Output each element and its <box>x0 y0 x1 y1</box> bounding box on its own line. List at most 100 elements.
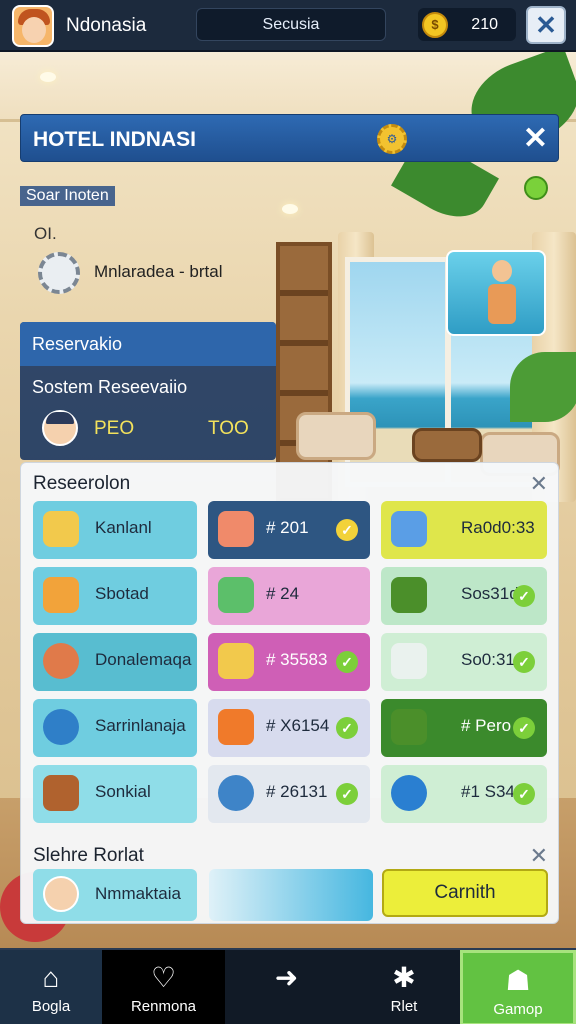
confirm-button-label: Carnith <box>434 882 496 903</box>
sun-icon <box>218 709 254 745</box>
arrow-icon: ➜ <box>274 962 299 993</box>
nav-item-1[interactable]: ♡ Renmona <box>102 950 225 1024</box>
reservation-tile[interactable]: So0:31 ✓ <box>381 633 547 691</box>
globe-icon <box>43 709 79 745</box>
reservation-tile-label: Donalemaqa <box>95 650 192 669</box>
wrench-icon: ✕ <box>535 10 557 40</box>
reservation-tile[interactable]: # 26131 ✓ <box>208 765 370 823</box>
staff-section-title: Slehre Rorlat <box>33 845 144 866</box>
staff-line: Mnlaradea - brtal <box>94 262 223 281</box>
close-icon[interactable]: ✕ <box>530 843 548 869</box>
reservation-tile-label: # 201 <box>266 518 309 537</box>
beach-icon <box>43 577 79 613</box>
nav-item-2[interactable]: ➜ <box>225 950 348 1024</box>
nav-item-0[interactable]: ⌂ Bogla <box>0 950 102 1024</box>
guest-portrait-card[interactable] <box>446 250 546 336</box>
nav-label: Bogla <box>31 998 71 1015</box>
reservation-tile[interactable]: Sos31d ✓ <box>381 567 547 625</box>
reservation-tile-label: # 24 <box>266 584 300 603</box>
reservation-tile-label: Ra0d0:33 <box>461 518 535 537</box>
pool-preview <box>209 869 373 921</box>
search-box[interactable]: Secusia <box>196 8 386 41</box>
bottom-nav: ⌂ Bogla ♡ Renmona ➜ ✱ Rlet ☗ Gamop <box>0 948 576 1024</box>
reservation-tile-label: So0:31 <box>461 650 515 669</box>
tools-icon <box>43 511 79 547</box>
nav-label: Gamop <box>493 1001 543 1018</box>
coin-value: 210 <box>471 16 498 33</box>
armchair <box>296 412 376 460</box>
reservation-card: Reservakio Sostem Reseevaiio PEO TOO <box>20 322 276 460</box>
reservation-header: Reservakio <box>20 322 276 366</box>
nav-item-4[interactable]: ☗ Gamop <box>460 950 576 1024</box>
check-icon: ✓ <box>336 651 358 673</box>
reservation-tile[interactable]: # Pero ✓ <box>381 699 547 757</box>
staff-info: Soar Inoten OI. Mnlaradea - brtal <box>20 162 276 322</box>
map-icon <box>218 577 254 613</box>
horse-icon <box>43 775 79 811</box>
reservation-tile-label: # X6154 <box>266 716 330 735</box>
reservation-subtitle: Sostem Reseevaiio <box>32 377 188 397</box>
reservation-tile[interactable]: Kanlanl <box>33 501 197 559</box>
reservation-tile-label: #1 S34 <box>461 782 515 801</box>
reservation-tile-label: Sos31d <box>461 584 519 603</box>
reservation-tile-label: Sbotad <box>95 584 149 603</box>
reservation-tile[interactable]: #1 S34 ✓ <box>381 765 547 823</box>
hotel-title: HOTEL INDNASI <box>33 128 196 151</box>
ceiling-light <box>40 72 56 82</box>
robot-icon: ☗ <box>505 965 531 996</box>
staff-member-name: Nmmaktaia <box>95 884 181 903</box>
shield-icon: ♡ <box>150 962 177 993</box>
gear-icon: ✱ <box>392 962 416 993</box>
gear-icon <box>391 577 427 613</box>
check-icon: ✓ <box>336 783 358 805</box>
gear-badge-icon[interactable]: ⚙ <box>377 124 407 154</box>
gear-icon[interactable] <box>38 252 80 294</box>
app-title: Ndonasia <box>66 15 147 36</box>
close-icon[interactable]: ✕ <box>530 471 548 497</box>
reservation-tile-label: # Pero <box>461 716 512 735</box>
confirm-button[interactable]: Carnith <box>382 869 548 917</box>
reservation-tile-label: Sonkial <box>95 782 151 801</box>
nav-label: Renmona <box>130 998 197 1015</box>
staff-member-card[interactable]: Nmmaktaia <box>33 869 197 921</box>
tools-button[interactable]: ✕ <box>526 6 566 44</box>
reservation-tile[interactable]: # 201 ✓ <box>208 501 370 559</box>
close-icon[interactable]: ✕ <box>523 121 548 156</box>
hotel-window-header: HOTEL INDNASI ⚙ ✕ <box>20 114 559 162</box>
compass-icon <box>218 775 254 811</box>
check-icon: ✓ <box>513 585 535 607</box>
nav-item-3[interactable]: ✱ Rlet <box>348 950 460 1024</box>
staff-sub: OI. <box>34 224 57 243</box>
coin-icon: $ <box>422 12 448 38</box>
reservation-tile[interactable]: Sbotad <box>33 567 197 625</box>
reservation-tile[interactable]: # 24 <box>208 567 370 625</box>
reservation-tile[interactable]: Ra0d0:33 <box>381 501 547 559</box>
clock-icon <box>218 643 254 679</box>
face-icon <box>43 876 79 912</box>
reservation-stat: TOO <box>208 418 249 439</box>
reservations-title: Reseerolon <box>33 473 131 494</box>
reservation-tile[interactable]: Sarrinlanaja <box>33 699 197 757</box>
reservation-tile[interactable]: Sonkial <box>33 765 197 823</box>
reservation-tile[interactable]: # X6154 ✓ <box>208 699 370 757</box>
gear-icon <box>391 709 427 745</box>
player-avatar[interactable] <box>12 5 54 47</box>
leaf-icon <box>524 176 548 200</box>
paint-icon <box>391 511 427 547</box>
side-table <box>412 428 482 462</box>
guest-avatar[interactable] <box>42 410 78 446</box>
reservation-tile-label: # 26131 <box>266 782 328 801</box>
ceiling-light <box>282 204 298 214</box>
face-icon <box>43 643 79 679</box>
staff-label: Soar Inoten <box>20 186 115 206</box>
reservation-tile[interactable]: # 35583 ✓ <box>208 633 370 691</box>
jar-icon <box>391 643 427 679</box>
check-icon: ✓ <box>513 651 535 673</box>
info-icon <box>391 775 427 811</box>
plant <box>510 352 576 422</box>
check-icon: ✓ <box>336 717 358 739</box>
document-icon <box>218 511 254 547</box>
reservation-stat: PEO <box>94 418 135 439</box>
reservation-tile[interactable]: Donalemaqa <box>33 633 197 691</box>
reservation-tile-label: Sarrinlanaja <box>95 716 186 735</box>
